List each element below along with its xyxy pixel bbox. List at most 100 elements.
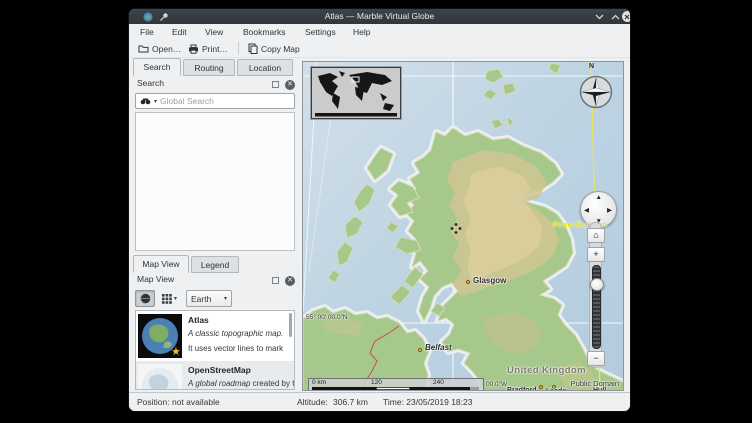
latitude-grid-label: 55° 00' 00.0"N	[306, 314, 348, 321]
map-theme-desc: A global roadmap	[188, 379, 250, 388]
scale-segment	[376, 387, 410, 390]
open-button[interactable]: Open…	[135, 41, 184, 56]
menu-settings[interactable]: Settings	[305, 27, 336, 37]
menubar: File Edit View Bookmarks Settings Help	[129, 24, 630, 39]
mapview-panel-header: Map View ✕	[133, 274, 301, 288]
home-button[interactable]: ⌂	[587, 228, 605, 243]
globe-icon	[140, 293, 151, 304]
menu-file[interactable]: File	[140, 27, 154, 37]
map-theme-desc-rest: created by the	[250, 379, 295, 388]
leeds-label: Leeds	[546, 388, 566, 391]
close-panel-icon[interactable]: ✕	[285, 80, 295, 90]
status-time: Time: 23/05/2019 18:23	[383, 397, 472, 407]
print-button[interactable]: Print…	[185, 41, 231, 56]
chevron-down-icon: ▾	[224, 295, 227, 302]
zoom-in-button[interactable]: +	[587, 247, 605, 262]
plus-icon: +	[593, 249, 598, 259]
search-placeholder: Global Search	[160, 96, 214, 106]
scale-end: 240	[433, 379, 444, 386]
close-icon	[622, 11, 631, 22]
open-label: Open…	[152, 44, 181, 54]
menu-edit[interactable]: Edit	[172, 27, 187, 37]
list-scrollbar[interactable]	[289, 313, 292, 337]
celestial-body-select[interactable]: Earth ▾	[186, 290, 232, 307]
bradford-label: Bradford	[507, 387, 537, 391]
map-theme-list: ★ Atlas A classic topographic map. It us…	[135, 310, 295, 390]
map-theme-title: OpenStreetMap	[188, 365, 251, 375]
screenshot-stage: Atlas — Marble Virtual Globe File Edit V…	[0, 0, 752, 423]
app-window: Atlas — Marble Virtual Globe File Edit V…	[129, 9, 630, 411]
maximize-button[interactable]	[609, 11, 621, 22]
menu-bookmarks[interactable]: Bookmarks	[243, 27, 286, 37]
scale-segment	[312, 387, 376, 390]
view-mode-button[interactable]: ▾	[158, 290, 181, 307]
list-item-openstreetmap[interactable]: OpenStreetMap A global roadmap created b…	[136, 361, 294, 390]
window-title: Atlas — Marble Virtual Globe	[129, 11, 630, 21]
close-button[interactable]	[621, 11, 630, 22]
compass-north-label: N	[589, 63, 594, 70]
tab-legend[interactable]: Legend	[191, 256, 239, 273]
projection-globe-button[interactable]	[135, 290, 155, 307]
global-search-input[interactable]: ▾ Global Search	[135, 93, 295, 109]
copy-icon	[248, 43, 258, 54]
map-theme-desc-2: It uses vector lines to mark	[188, 344, 283, 353]
svg-text:★: ★	[171, 346, 181, 358]
bradford-marker	[539, 385, 543, 389]
attribution-label: Public Domain	[571, 379, 619, 388]
menu-view[interactable]: View	[205, 27, 223, 37]
search-panel-title: Search	[137, 78, 164, 88]
scale-zero: 0 km	[312, 379, 326, 386]
pan-left-icon[interactable]: ◀	[584, 206, 589, 214]
search-icon	[140, 97, 151, 105]
tab-location[interactable]: Location	[237, 59, 293, 76]
belfast-marker	[418, 348, 422, 352]
country-label: United Kingdom	[507, 365, 586, 376]
copy-map-button[interactable]: Copy Map	[245, 41, 303, 56]
celestial-body-value: Earth	[191, 294, 211, 304]
search-options-chevron-icon[interactable]: ▾	[154, 98, 157, 105]
belfast-label: Belfast	[425, 343, 452, 352]
glasgow-label: Glasgow	[473, 276, 506, 285]
map-viewport[interactable]: N ▲ ▼ ◀ ▶ Prime Meridian ⌂	[302, 61, 624, 391]
toolbar-separator	[238, 42, 239, 55]
print-label: Print…	[202, 44, 228, 54]
status-altitude-label: Altitude:	[297, 397, 328, 407]
statusbar: Position: not available Altitude: 306.7 …	[129, 392, 630, 411]
menu-help[interactable]: Help	[353, 27, 370, 37]
titlebar[interactable]: Atlas — Marble Virtual Globe	[129, 9, 630, 24]
float-panel-icon[interactable]	[272, 81, 279, 88]
tab-search[interactable]: Search	[133, 58, 181, 76]
glasgow-marker	[466, 280, 470, 284]
atlas-thumbnail: ★	[138, 314, 182, 358]
grid-icon	[162, 294, 172, 304]
minimize-button[interactable]	[593, 11, 605, 22]
home-icon: ⌂	[593, 230, 598, 240]
main-toolbar: Open… Print… Copy Map	[129, 39, 630, 58]
scale-segment	[470, 387, 479, 390]
list-item-atlas[interactable]: ★ Atlas A classic topographic map. It us…	[136, 311, 294, 361]
tab-routing[interactable]: Routing	[183, 59, 235, 76]
view-tabbar: Map View Legend	[133, 256, 301, 273]
longitude-grid-label: 00.0"W	[486, 381, 507, 388]
zoom-slider-handle[interactable]	[590, 278, 604, 291]
printer-icon	[188, 44, 199, 54]
map-theme-desc: A classic topographic map.	[188, 329, 283, 338]
world-map-icon	[312, 68, 400, 118]
sidebar-tabbar: Search Routing Location	[133, 59, 301, 76]
folder-icon	[138, 44, 149, 53]
search-panel-header: Search ✕	[133, 78, 301, 92]
minus-icon: −	[593, 353, 598, 363]
close-panel-icon-2[interactable]: ✕	[285, 276, 295, 286]
mapview-panel-title: Map View	[137, 274, 174, 284]
compass-icon[interactable]	[578, 74, 614, 110]
copy-map-label: Copy Map	[261, 44, 300, 54]
status-altitude-value: 306.7 km	[333, 397, 368, 407]
search-results-list[interactable]	[135, 112, 295, 251]
tab-map-view[interactable]: Map View	[133, 255, 189, 273]
pan-up-icon[interactable]: ▲	[596, 194, 602, 201]
overview-map[interactable]	[311, 67, 401, 119]
zoom-out-button[interactable]: −	[587, 351, 605, 366]
scale-bar: 0 km 120 240	[308, 378, 484, 391]
pan-right-icon[interactable]: ▶	[607, 206, 612, 214]
float-panel-icon-2[interactable]	[272, 277, 279, 284]
